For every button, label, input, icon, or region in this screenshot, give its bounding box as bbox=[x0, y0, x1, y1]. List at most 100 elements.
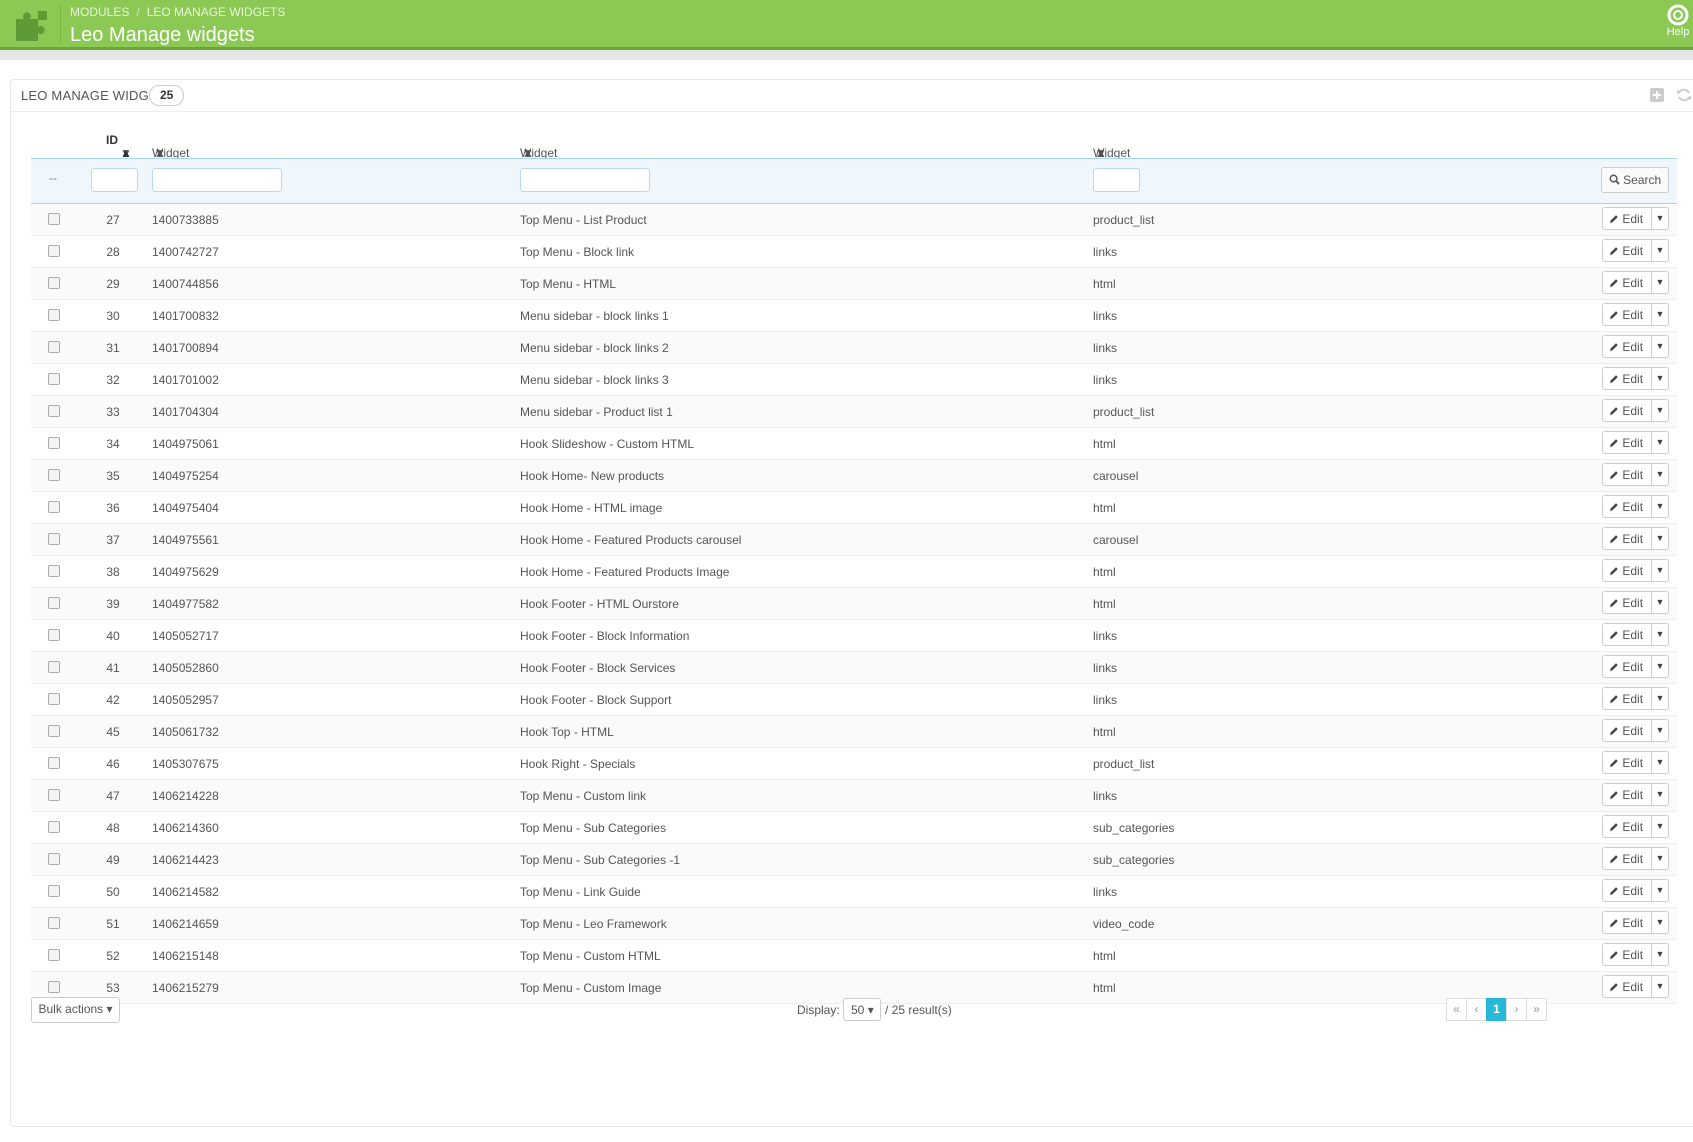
row-checkbox[interactable] bbox=[48, 597, 60, 609]
row-checkbox[interactable] bbox=[48, 565, 60, 577]
filter-key-input[interactable] bbox=[152, 168, 282, 192]
row-actions-dropdown[interactable]: ▼ bbox=[1651, 783, 1669, 806]
help-button[interactable]: Help bbox=[1663, 4, 1693, 38]
edit-button[interactable]: Edit bbox=[1602, 655, 1651, 678]
filter-name-input[interactable] bbox=[520, 168, 650, 192]
row-actions-dropdown[interactable]: ▼ bbox=[1651, 719, 1669, 742]
edit-button[interactable]: Edit bbox=[1602, 847, 1651, 870]
cell-id: 52 bbox=[106, 949, 120, 963]
filter-type-input[interactable] bbox=[1093, 168, 1140, 192]
last-page-button[interactable]: » bbox=[1526, 998, 1547, 1021]
row-actions-dropdown[interactable]: ▼ bbox=[1651, 655, 1669, 678]
caret-down-icon: ▼ bbox=[1655, 469, 1665, 479]
edit-button[interactable]: Edit bbox=[1602, 751, 1651, 774]
pencil-icon bbox=[1610, 503, 1618, 511]
row-checkbox[interactable] bbox=[48, 629, 60, 641]
row-actions-dropdown[interactable]: ▼ bbox=[1651, 527, 1669, 550]
edit-button[interactable]: Edit bbox=[1602, 687, 1651, 710]
pagination-select[interactable]: 50 ▾ bbox=[843, 998, 881, 1021]
edit-button[interactable]: Edit bbox=[1602, 239, 1651, 262]
row-checkbox[interactable] bbox=[48, 725, 60, 737]
cell-key: 1405052957 bbox=[152, 693, 219, 707]
row-checkbox[interactable] bbox=[48, 949, 60, 961]
row-actions-dropdown[interactable]: ▼ bbox=[1651, 431, 1669, 454]
row-actions-dropdown[interactable]: ▼ bbox=[1651, 911, 1669, 934]
edit-button[interactable]: Edit bbox=[1602, 367, 1651, 390]
row-actions-dropdown[interactable]: ▼ bbox=[1651, 559, 1669, 582]
edit-button[interactable]: Edit bbox=[1602, 815, 1651, 838]
row-checkbox[interactable] bbox=[48, 437, 60, 449]
row-actions-dropdown[interactable]: ▼ bbox=[1651, 239, 1669, 262]
edit-button[interactable]: Edit bbox=[1602, 431, 1651, 454]
row-actions-dropdown[interactable]: ▼ bbox=[1651, 463, 1669, 486]
bulk-actions-button[interactable]: Bulk actions ▾ bbox=[31, 997, 120, 1023]
refresh-icon[interactable] bbox=[1676, 87, 1693, 105]
row-checkbox[interactable] bbox=[48, 789, 60, 801]
edit-button[interactable]: Edit bbox=[1602, 335, 1651, 358]
search-button[interactable]: Search bbox=[1601, 167, 1669, 193]
row-checkbox[interactable] bbox=[48, 917, 60, 929]
edit-button[interactable]: Edit bbox=[1602, 399, 1651, 422]
edit-button[interactable]: Edit bbox=[1602, 719, 1651, 742]
edit-button[interactable]: Edit bbox=[1602, 495, 1651, 518]
breadcrumb-current[interactable]: Leo Manage widgets bbox=[147, 5, 286, 19]
row-checkbox[interactable] bbox=[48, 341, 60, 353]
row-actions-dropdown[interactable]: ▼ bbox=[1651, 623, 1669, 646]
column-id[interactable]: ID ▼ ▲ bbox=[106, 133, 132, 160]
edit-button[interactable]: Edit bbox=[1602, 975, 1651, 998]
edit-button[interactable]: Edit bbox=[1602, 783, 1651, 806]
add-new-icon[interactable] bbox=[1649, 87, 1667, 105]
row-actions-dropdown[interactable]: ▼ bbox=[1651, 335, 1669, 358]
row-actions-dropdown[interactable]: ▼ bbox=[1651, 367, 1669, 390]
row-checkbox[interactable] bbox=[48, 661, 60, 673]
edit-button[interactable]: Edit bbox=[1602, 271, 1651, 294]
prev-page-button[interactable]: ‹ bbox=[1466, 998, 1487, 1021]
row-checkbox[interactable] bbox=[48, 405, 60, 417]
row-actions-dropdown[interactable]: ▼ bbox=[1651, 751, 1669, 774]
row-checkbox[interactable] bbox=[48, 885, 60, 897]
row-actions-dropdown[interactable]: ▼ bbox=[1651, 271, 1669, 294]
edit-button[interactable]: Edit bbox=[1602, 591, 1651, 614]
row-checkbox[interactable] bbox=[48, 981, 60, 993]
row-actions-dropdown[interactable]: ▼ bbox=[1651, 943, 1669, 966]
row-checkbox[interactable] bbox=[48, 693, 60, 705]
breadcrumb-modules[interactable]: Modules bbox=[70, 5, 129, 19]
row-checkbox[interactable] bbox=[48, 533, 60, 545]
next-page-button[interactable]: › bbox=[1506, 998, 1527, 1021]
row-checkbox[interactable] bbox=[48, 373, 60, 385]
edit-button[interactable]: Edit bbox=[1602, 911, 1651, 934]
row-checkbox[interactable] bbox=[48, 501, 60, 513]
row-actions-dropdown[interactable]: ▼ bbox=[1651, 303, 1669, 326]
pencil-icon bbox=[1610, 535, 1618, 543]
page-current[interactable]: 1 bbox=[1486, 998, 1507, 1021]
row-checkbox[interactable] bbox=[48, 213, 60, 225]
row-actions-dropdown[interactable]: ▼ bbox=[1651, 207, 1669, 230]
edit-button[interactable]: Edit bbox=[1602, 559, 1651, 582]
row-checkbox[interactable] bbox=[48, 469, 60, 481]
edit-button[interactable]: Edit bbox=[1602, 207, 1651, 230]
pencil-icon bbox=[1610, 695, 1618, 703]
filter-id-input[interactable] bbox=[91, 168, 138, 192]
row-actions-dropdown[interactable]: ▼ bbox=[1651, 975, 1669, 998]
edit-button[interactable]: Edit bbox=[1602, 943, 1651, 966]
row-actions-dropdown[interactable]: ▼ bbox=[1651, 591, 1669, 614]
edit-button[interactable]: Edit bbox=[1602, 879, 1651, 902]
row-actions-dropdown[interactable]: ▼ bbox=[1651, 687, 1669, 710]
row-checkbox[interactable] bbox=[48, 853, 60, 865]
row-checkbox[interactable] bbox=[48, 277, 60, 289]
first-page-button[interactable]: « bbox=[1446, 998, 1467, 1021]
edit-button[interactable]: Edit bbox=[1602, 303, 1651, 326]
row-checkbox[interactable] bbox=[48, 757, 60, 769]
row-actions-dropdown[interactable]: ▼ bbox=[1651, 815, 1669, 838]
row-actions-dropdown[interactable]: ▼ bbox=[1651, 399, 1669, 422]
table-row: 27 1400733885 Top Menu - List Product produ… bbox=[31, 204, 1677, 236]
edit-button[interactable]: Edit bbox=[1602, 463, 1651, 486]
row-actions-dropdown[interactable]: ▼ bbox=[1651, 879, 1669, 902]
row-actions-dropdown[interactable]: ▼ bbox=[1651, 847, 1669, 870]
edit-button[interactable]: Edit bbox=[1602, 623, 1651, 646]
row-checkbox[interactable] bbox=[48, 245, 60, 257]
row-checkbox[interactable] bbox=[48, 821, 60, 833]
edit-button[interactable]: Edit bbox=[1602, 527, 1651, 550]
row-actions-dropdown[interactable]: ▼ bbox=[1651, 495, 1669, 518]
row-checkbox[interactable] bbox=[48, 309, 60, 321]
